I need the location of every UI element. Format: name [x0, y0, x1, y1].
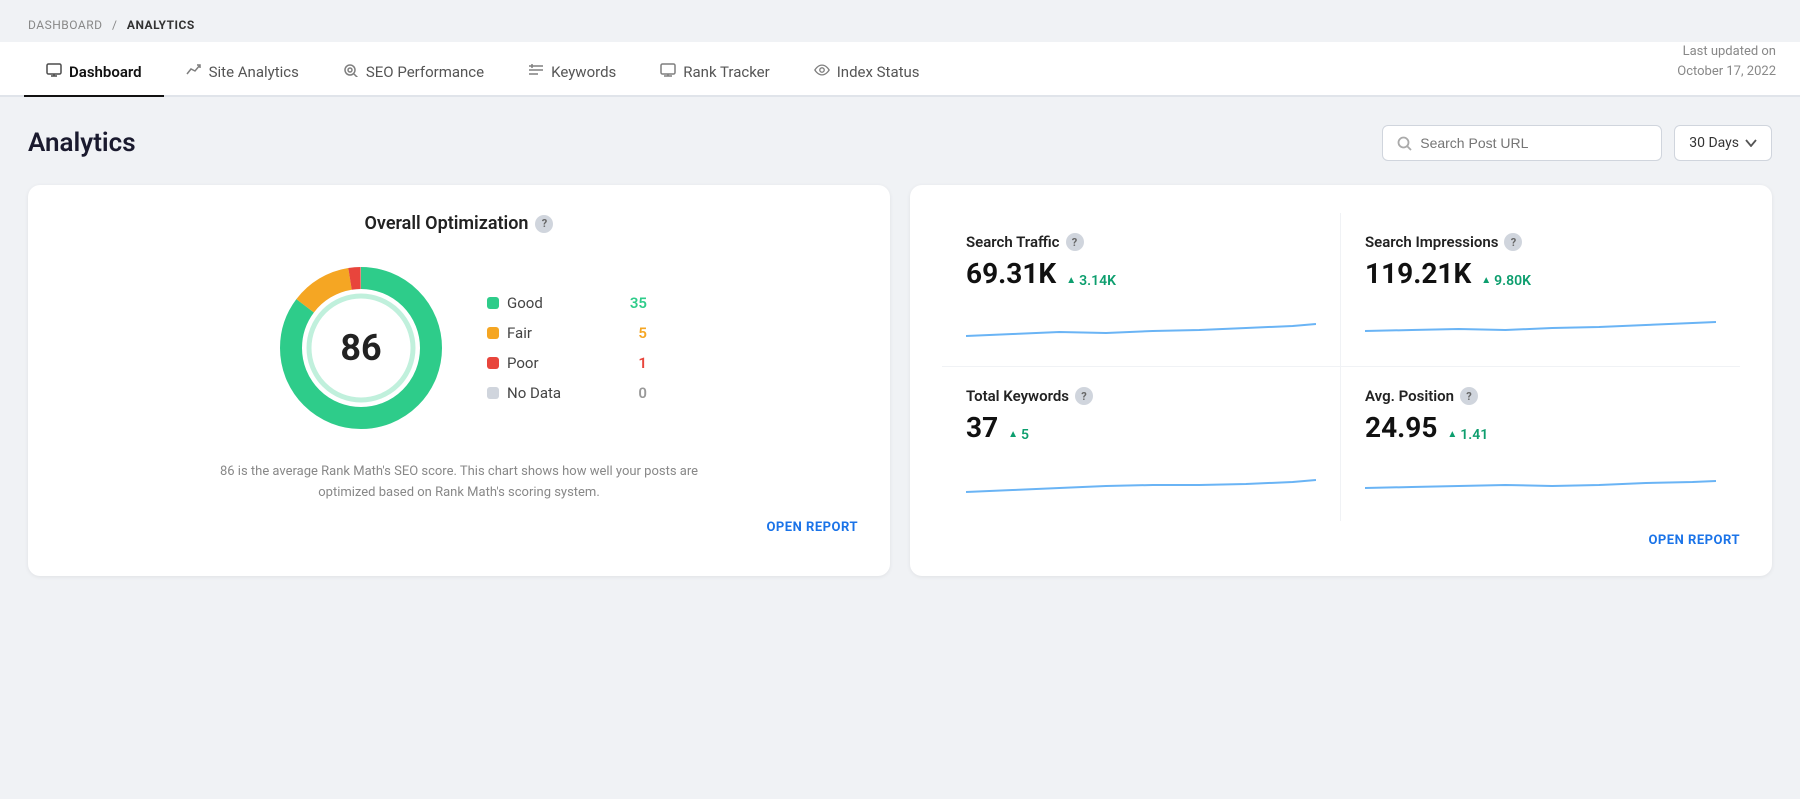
stats-card: Search Traffic ? 69.31K 3.14K Search Imp… — [910, 185, 1772, 576]
breadcrumb-separator: / — [112, 18, 117, 32]
main-content: Analytics 30 Days — [0, 97, 1800, 604]
stats-grid: Search Traffic ? 69.31K 3.14K Search Imp… — [942, 213, 1740, 521]
search-url-container — [1382, 125, 1662, 161]
stat-keywords-label: Total Keywords ? — [966, 387, 1316, 405]
breadcrumb: DASHBOARD / ANALYTICS — [0, 0, 1800, 42]
optimization-card: Overall Optimization ? — [28, 185, 890, 576]
search-url-input[interactable] — [1420, 135, 1647, 151]
stat-total-keywords: Total Keywords ? 37 5 — [942, 367, 1341, 521]
stat-traffic-help-icon[interactable]: ? — [1066, 233, 1084, 251]
legend-count-fair: 5 — [638, 324, 647, 342]
stat-position-delta: 1.41 — [1447, 427, 1488, 443]
page-title: Analytics — [28, 128, 136, 158]
stat-impressions-delta: 9.80K — [1481, 273, 1531, 289]
legend-item-poor: Poor 1 — [487, 354, 647, 372]
stat-search-traffic-label: Search Traffic ? — [966, 233, 1316, 251]
legend-item-fair: Fair 5 — [487, 324, 647, 342]
legend-dot-good — [487, 297, 499, 309]
tab-site-analytics[interactable]: Site Analytics — [164, 49, 321, 97]
tab-dashboard[interactable]: Dashboard — [24, 49, 164, 97]
impressions-sparkline — [1365, 306, 1716, 346]
legend-item-nodata: No Data 0 — [487, 384, 647, 402]
monitor-icon — [46, 63, 62, 81]
stat-impressions-help-icon[interactable]: ? — [1504, 233, 1522, 251]
days-dropdown[interactable]: 30 Days — [1674, 125, 1772, 161]
tab-index-status-label: Index Status — [837, 63, 920, 81]
breadcrumb-parent[interactable]: DASHBOARD — [28, 18, 102, 32]
tabs-bar: Dashboard Site Analytics SEO Performance — [0, 42, 1800, 97]
legend-label-fair: Fair — [507, 324, 532, 342]
position-sparkline — [1365, 460, 1716, 500]
optimization-body: 86 Good 35 Fair — [60, 258, 858, 438]
stats-open-report-button[interactable]: OPEN REPORT — [1648, 533, 1740, 548]
stat-keywords-delta: 5 — [1008, 427, 1029, 443]
chart-icon — [186, 63, 202, 81]
breadcrumb-current: ANALYTICS — [127, 18, 195, 32]
legend-dot-fair — [487, 327, 499, 339]
tabs-list: Dashboard Site Analytics SEO Performance — [24, 49, 942, 95]
stat-position-label: Avg. Position ? — [1365, 387, 1716, 405]
optimization-help-icon[interactable]: ? — [535, 215, 553, 233]
stat-position-value: 24.95 — [1365, 411, 1437, 444]
chevron-down-icon — [1745, 135, 1757, 151]
legend-dot-nodata — [487, 387, 499, 399]
stat-avg-position: Avg. Position ? 24.95 1.41 — [1341, 367, 1740, 521]
optimization-legend: Good 35 Fair 5 Poor — [487, 294, 647, 402]
optimization-footer-text: 86 is the average Rank Math's SEO score.… — [209, 462, 709, 504]
stat-traffic-delta: 3.14K — [1066, 273, 1116, 289]
search-icon — [1397, 136, 1412, 151]
tab-index-status[interactable]: Index Status — [792, 49, 942, 97]
donut-chart: 86 — [271, 258, 451, 438]
tab-rank-tracker-label: Rank Tracker — [683, 63, 769, 81]
open-report-button[interactable]: OPEN REPORT — [766, 520, 858, 535]
optimization-title: Overall Optimization ? — [365, 213, 554, 234]
stat-traffic-value: 69.31K — [966, 257, 1056, 290]
tab-seo-performance[interactable]: SEO Performance — [321, 49, 506, 97]
tab-rank-tracker[interactable]: Rank Tracker — [638, 49, 791, 97]
legend-count-good: 35 — [630, 294, 647, 312]
legend-label-good: Good — [507, 294, 543, 312]
tab-keywords-label: Keywords — [551, 63, 616, 81]
legend-label-nodata: No Data — [507, 384, 561, 402]
eye-icon — [814, 63, 830, 81]
list-icon — [528, 63, 544, 81]
last-updated: Last updated on October 17, 2022 — [1677, 42, 1776, 95]
stat-impressions-label: Search Impressions ? — [1365, 233, 1716, 251]
legend-dot-poor — [487, 357, 499, 369]
keywords-sparkline — [966, 460, 1316, 500]
legend-count-nodata: 0 — [638, 384, 647, 402]
analytics-header: Analytics 30 Days — [28, 125, 1772, 161]
legend-item-good: Good 35 — [487, 294, 647, 312]
stats-card-footer: OPEN REPORT — [942, 521, 1740, 548]
stat-search-impressions: Search Impressions ? 119.21K 9.80K — [1341, 213, 1740, 367]
traffic-sparkline — [966, 306, 1316, 346]
tab-keywords[interactable]: Keywords — [506, 49, 638, 97]
tab-seo-performance-label: SEO Performance — [366, 63, 484, 81]
stat-keywords-help-icon[interactable]: ? — [1075, 387, 1093, 405]
stat-search-traffic: Search Traffic ? 69.31K 3.14K — [942, 213, 1341, 367]
seo-icon — [343, 63, 359, 81]
legend-count-poor: 1 — [638, 354, 647, 372]
dashboard-grid: Overall Optimization ? — [28, 185, 1772, 576]
donut-score: 86 — [340, 327, 381, 369]
stat-keywords-value: 37 — [966, 411, 998, 444]
stat-impressions-value: 119.21K — [1365, 257, 1471, 290]
stat-position-help-icon[interactable]: ? — [1460, 387, 1478, 405]
legend-label-poor: Poor — [507, 354, 539, 372]
header-controls: 30 Days — [1382, 125, 1772, 161]
rank-icon — [660, 63, 676, 81]
tab-dashboard-label: Dashboard — [69, 63, 142, 81]
days-label: 30 Days — [1689, 135, 1739, 151]
tab-site-analytics-label: Site Analytics — [209, 63, 299, 81]
